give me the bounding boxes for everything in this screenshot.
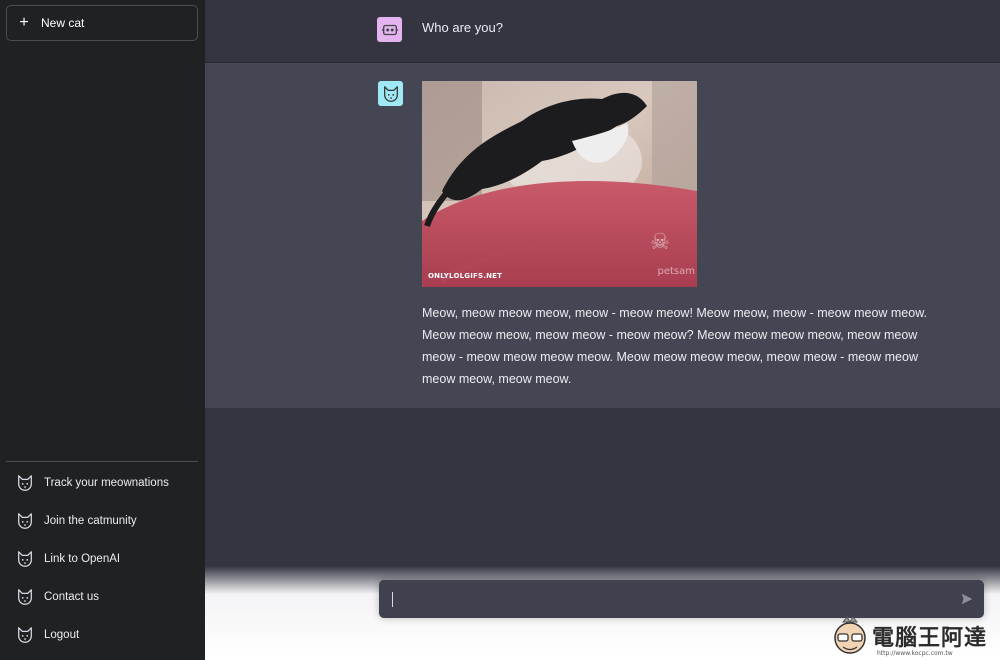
sidebar-item-logout[interactable]: Logout <box>6 616 198 654</box>
sidebar-item-link-openai[interactable]: Link to OpenAI <box>6 540 198 578</box>
gif-caption: ONLYLOLGIFS.NET <box>428 272 503 280</box>
cat-gif-image: ☠ ONLYLOLGIFS.NET petsam <box>422 81 697 287</box>
gif-watermark: petsam <box>657 266 696 277</box>
chat-main: Who are you? ☠ ONLYLOLGIFS.NET petsam Me… <box>205 0 1000 660</box>
user-message-text: Who are you? <box>422 20 503 35</box>
sidebar-item-contact-us[interactable]: Contact us <box>6 578 198 616</box>
cat-icon <box>18 475 32 491</box>
cat-jumping-illustration: ☠ <box>422 81 697 287</box>
watermark-url: http://www.kocpc.com.tw <box>877 650 953 657</box>
cat-icon <box>18 627 32 643</box>
new-cat-button[interactable]: + New cat <box>6 5 198 41</box>
sidebar-item-join-catmunity[interactable]: Join the catmunity <box>6 502 198 540</box>
sidebar-item-label: Join the catmunity <box>44 515 137 527</box>
bot-message-text: Meow, meow meow meow, meow - meow meow! … <box>422 306 928 386</box>
text-caret <box>392 592 393 607</box>
sidebar-item-label: Link to OpenAI <box>44 553 121 565</box>
watermark-title: 電腦王阿達 <box>872 626 988 651</box>
message-input-box[interactable] <box>379 580 984 620</box>
robot-icon <box>381 24 398 35</box>
site-watermark: 電腦王阿達 http://www.kocpc.com.tw <box>830 614 1000 660</box>
sidebar: + New cat Track your meownations Join th… <box>0 0 205 660</box>
sidebar-item-track-meownations[interactable]: Track your meownations <box>6 464 198 502</box>
cat-icon <box>18 551 32 567</box>
sidebar-item-label: Track your meownations <box>44 477 169 489</box>
cat-icon <box>18 589 32 605</box>
cat-icon <box>18 513 32 529</box>
sidebar-menu: Track your meownations Join the catmunit… <box>6 464 198 654</box>
sidebar-item-label: Logout <box>44 629 80 641</box>
cat-icon <box>383 85 398 102</box>
bot-avatar <box>378 81 403 106</box>
sidebar-item-label: Contact us <box>44 591 99 603</box>
svg-text:☠: ☠ <box>650 229 670 254</box>
plus-icon: + <box>19 14 29 31</box>
user-avatar <box>377 17 402 42</box>
send-icon[interactable] <box>960 592 974 606</box>
bot-message-row: ☠ ONLYLOLGIFS.NET petsam Meow, meow meow… <box>205 63 1000 408</box>
sidebar-divider <box>6 461 198 462</box>
mascot-logo <box>834 616 866 654</box>
new-cat-label: New cat <box>41 16 85 30</box>
user-message-row: Who are you? <box>205 0 1000 63</box>
